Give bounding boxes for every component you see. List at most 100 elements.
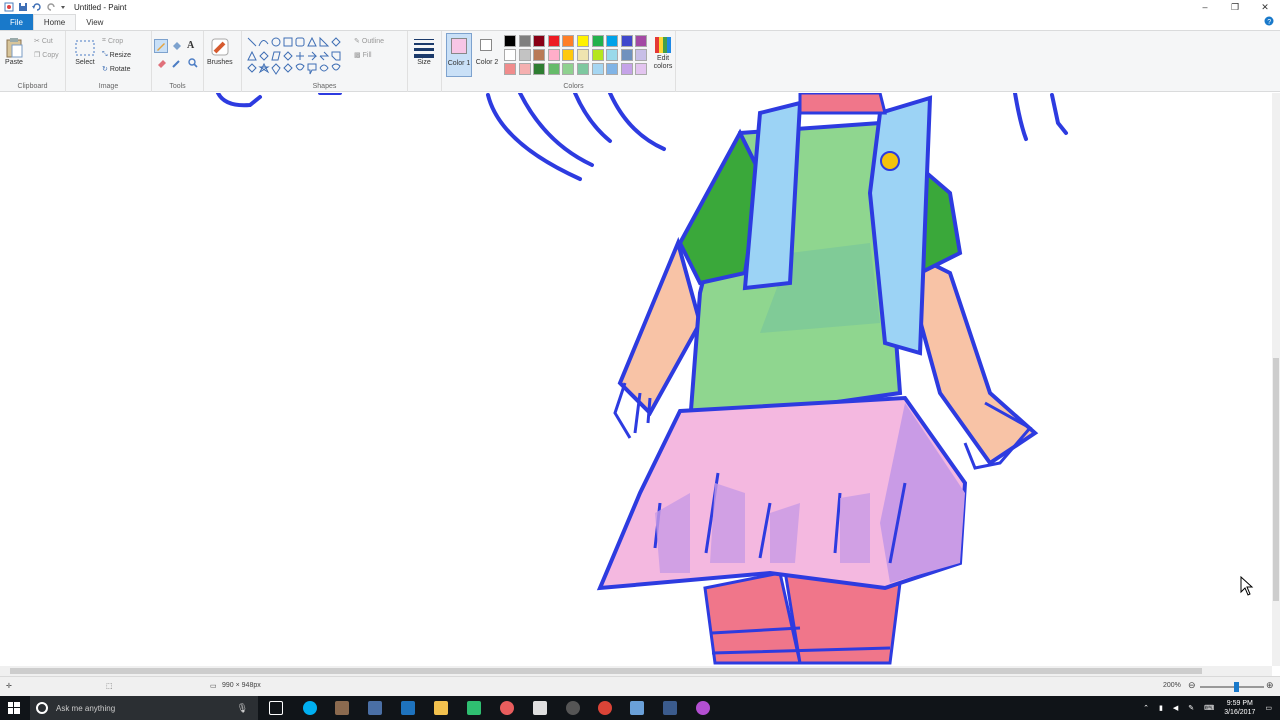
cut-button[interactable]: ✂ Cut [34,37,53,46]
tab-file[interactable]: File [0,14,33,30]
selection-size-icon: ⬚ [106,683,113,690]
save-icon[interactable] [18,2,28,12]
palette-color-swatch[interactable] [518,35,531,47]
customize-toolbar-icon[interactable] [60,2,66,12]
color-picker-tool[interactable] [171,57,183,69]
pencil-tool[interactable] [154,39,168,53]
app-icon-6[interactable] [566,701,580,715]
palette-color-swatch[interactable] [577,49,589,61]
copy-button[interactable]: ❐ Copy [34,51,59,60]
zoom-in-button[interactable]: ⊕ [1266,680,1274,691]
horizontal-scrollbar[interactable] [0,666,1272,676]
windows-start-button[interactable] [8,702,20,716]
action-center-icon[interactable]: ▭ [1265,704,1272,712]
rotate-button[interactable]: ↻ Rotate [102,65,131,74]
help-icon[interactable]: ? [1264,16,1274,26]
palette-color-swatch[interactable] [591,35,604,47]
palette-color-swatch[interactable] [533,35,546,47]
crop-button[interactable]: ⌗ Crop [102,37,123,45]
palette-color-swatch[interactable] [620,49,633,61]
palette-color-swatch[interactable] [577,63,589,75]
palette-color-swatch[interactable] [620,63,633,75]
palette-color-swatch[interactable] [547,49,560,61]
outline-button[interactable]: ✎ Outline [354,37,384,46]
palette-color-swatch[interactable] [635,35,648,47]
clipboard-group: Paste ✂ Cut ❐ Copy Clipboard [0,31,66,92]
resize-button[interactable]: ⤡ Resize [102,51,131,59]
palette-color-swatch[interactable] [606,49,619,61]
shapes-gallery[interactable] [246,36,348,78]
edit-colors-button[interactable]: Edit colors [648,35,678,71]
pen-icon[interactable]: ✎ [1188,704,1194,712]
palette-color-swatch[interactable] [577,35,589,47]
color1-button[interactable]: Color 1 [446,33,472,77]
tab-view[interactable]: View [76,14,113,30]
app-icon-1[interactable] [335,701,349,715]
palette-color-swatch[interactable] [518,63,531,75]
vertical-scroll-thumb[interactable] [1273,358,1279,601]
palette-color-swatch[interactable] [504,49,516,61]
paint-taskbar-icon[interactable] [630,701,644,715]
app-icon-8[interactable] [696,701,710,715]
color2-button[interactable]: Color 2 [474,33,500,77]
app-icon-3[interactable] [467,701,481,715]
palette-color-swatch[interactable] [635,63,648,75]
palette-color-swatch[interactable] [547,35,560,47]
skype-icon[interactable] [303,701,317,715]
tab-home[interactable]: Home [32,14,77,30]
redo-icon[interactable] [46,2,56,12]
palette-color-swatch[interactable] [620,35,633,47]
undo-icon[interactable] [32,2,42,12]
horizontal-scroll-thumb[interactable] [10,668,1202,674]
palette-color-swatch[interactable] [504,63,516,75]
vertical-scrollbar[interactable] [1272,93,1280,666]
app-icon-4[interactable] [500,701,514,715]
close-button[interactable]: ✕ [1250,0,1280,14]
eraser-tool[interactable] [156,57,168,69]
edge-icon[interactable] [401,701,415,715]
palette-color-swatch[interactable] [635,49,648,61]
clock[interactable]: 9:59 PM 3/16/2017 [1224,699,1255,717]
palette-color-swatch[interactable] [562,35,575,47]
size-button[interactable]: Size [412,35,436,66]
text-tool[interactable]: A [187,40,199,52]
paste-button[interactable]: Paste [4,37,24,66]
select-button[interactable]: Select [74,37,96,66]
zoom-slider-thumb[interactable] [1234,682,1239,692]
palette-color-swatch[interactable] [547,63,560,75]
file-explorer-icon[interactable] [434,701,448,715]
active-colors-group: Color 1 Color 2 [442,31,502,92]
task-view-icon[interactable] [269,701,283,715]
palette-color-swatch[interactable] [562,49,575,61]
maximize-button[interactable]: ❐ [1220,0,1250,14]
microphone-icon[interactable]: 🎙 [237,703,248,714]
minimize-button[interactable]: – [1190,0,1220,14]
chrome-icon[interactable] [598,701,612,715]
app-icon-7[interactable] [663,701,677,715]
cortana-search-box[interactable]: Ask me anything 🎙 [30,696,258,720]
palette-color-swatch[interactable] [533,63,546,75]
fill-button[interactable]: ▩ Fill [354,51,372,60]
palette-color-swatch[interactable] [533,49,546,61]
palette-color-swatch[interactable] [606,63,619,75]
keyboard-icon[interactable]: ⌨ [1204,704,1214,712]
zoom-slider[interactable] [1200,682,1264,692]
brushes-button[interactable]: Brushes [207,35,233,66]
palette-color-swatch[interactable] [591,63,604,75]
magnifier-tool[interactable] [187,57,199,69]
fill-tool[interactable] [171,40,183,52]
palette-color-swatch[interactable] [606,35,619,47]
tray-chevron-icon[interactable]: ⌃ [1143,704,1149,712]
brushes-group: Brushes [204,31,242,92]
cortana-icon [36,702,48,714]
palette-color-swatch[interactable] [562,63,575,75]
palette-color-swatch[interactable] [591,49,604,61]
network-icon[interactable]: ▮ [1159,704,1163,712]
palette-color-swatch[interactable] [518,49,531,61]
drawing-canvas[interactable] [0,93,1272,666]
volume-icon[interactable]: ◀ [1173,704,1178,712]
zoom-out-button[interactable]: ⊖ [1188,680,1196,691]
palette-color-swatch[interactable] [504,35,516,47]
app-icon-2[interactable] [368,701,382,715]
app-icon-5[interactable] [533,701,547,715]
